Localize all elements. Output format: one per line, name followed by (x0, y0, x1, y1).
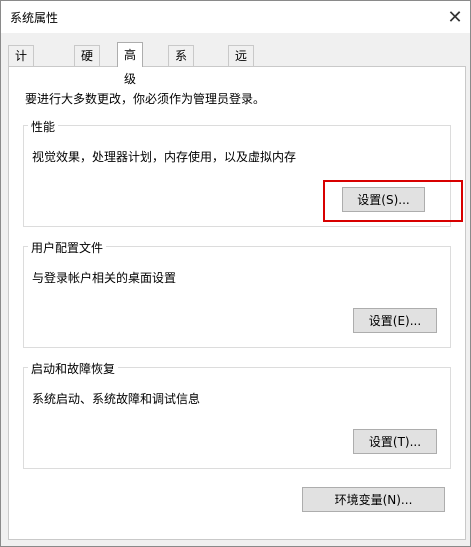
environment-variables-button[interactable]: 环境变量(N)... (302, 487, 445, 512)
window-title: 系统属性 (10, 11, 59, 25)
tab-hardware[interactable]: 硬件 (74, 45, 101, 83)
user-profiles-group-title: 用户配置文件 (28, 239, 107, 256)
tab-label: 高级 (124, 48, 137, 86)
user-profiles-desc: 与登录帐户相关的桌面设置 (32, 271, 177, 285)
startup-recovery-group-title: 启动和故障恢复 (28, 360, 119, 377)
tab-remote[interactable]: 远程 (228, 45, 255, 83)
user-profiles-settings-button[interactable]: 设置(E)... (353, 308, 437, 333)
advanced-panel: 要进行大多数更改，你必须作为管理员登录。 性能 视觉效果，处理器计划，内存使用，… (8, 66, 466, 540)
startup-recovery-desc: 系统启动、系统故障和调试信息 (32, 392, 201, 406)
system-properties-window: 系统属性 ✕ 计算机名 硬件 高级 系统保护 远程 要进行大多数更改，你必须作为… (0, 0, 471, 547)
title-bar[interactable]: 系统属性 ✕ (1, 1, 470, 33)
user-profiles-group: 用户配置文件 与登录帐户相关的桌面设置 设置(E)... (23, 239, 451, 348)
startup-recovery-group: 启动和故障恢复 系统启动、系统故障和调试信息 设置(T)... (23, 360, 451, 469)
highlight-box (323, 180, 463, 222)
close-icon[interactable]: ✕ (440, 1, 470, 33)
performance-group-title: 性能 (28, 118, 59, 135)
tab-computer-name[interactable]: 计算机名 (8, 45, 35, 123)
admin-note: 要进行大多数更改，你必须作为管理员登录。 (25, 92, 266, 106)
performance-desc: 视觉效果，处理器计划，内存使用，以及虚拟内存 (32, 150, 297, 164)
startup-recovery-settings-button[interactable]: 设置(T)... (353, 429, 437, 454)
tab-system-protection[interactable]: 系统保护 (168, 45, 195, 123)
tab-advanced[interactable]: 高级 (117, 42, 144, 86)
